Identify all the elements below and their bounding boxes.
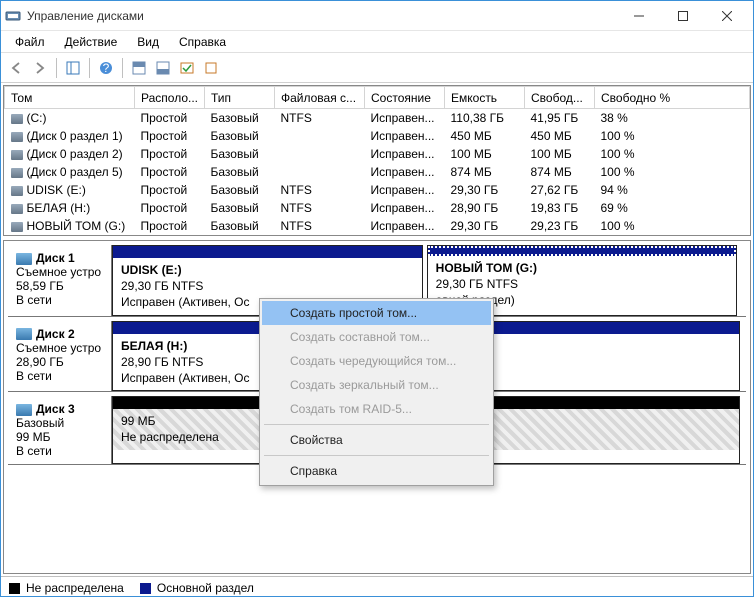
back-button[interactable] <box>5 57 27 79</box>
legend: Не распределена Основной раздел <box>1 576 753 598</box>
forward-button[interactable] <box>29 57 51 79</box>
menu-help[interactable]: Справка <box>262 459 491 483</box>
close-button[interactable] <box>705 2 749 30</box>
col-status[interactable]: Состояние <box>365 87 445 109</box>
volume-icon <box>11 222 23 232</box>
window-title: Управление дисками <box>27 9 617 23</box>
col-type[interactable]: Тип <box>205 87 275 109</box>
table-row[interactable]: БЕЛАЯ (H:)ПростойБазовыйNTFSИсправен...2… <box>5 199 750 217</box>
app-icon <box>5 8 21 24</box>
legend-unallocated: Не распределена <box>9 581 124 595</box>
toolbar-separator <box>122 58 123 78</box>
partition-header <box>113 246 422 258</box>
table-row[interactable]: UDISK (E:)ПростойБазовыйNTFSИсправен...2… <box>5 181 750 199</box>
disk-label[interactable]: Диск 1Съемное устро58,59 ГБВ сети <box>8 245 112 316</box>
refresh-button[interactable] <box>200 57 222 79</box>
col-freepct[interactable]: Свободно % <box>595 87 750 109</box>
table-row[interactable]: (Диск 0 раздел 1)ПростойБазовыйИсправен.… <box>5 127 750 145</box>
menu-create-striped-volume: Создать чередующийся том... <box>262 349 491 373</box>
view-top-button[interactable] <box>128 57 150 79</box>
menu-create-mirrored-volume: Создать зеркальный том... <box>262 373 491 397</box>
menu-separator <box>264 424 489 425</box>
disk-icon <box>16 253 32 265</box>
volume-icon <box>11 186 23 196</box>
menu-create-simple-volume[interactable]: Создать простой том... <box>262 301 491 325</box>
titlebar: Управление дисками <box>1 1 753 31</box>
svg-text:?: ? <box>103 61 110 75</box>
table-row[interactable]: (Диск 0 раздел 5)ПростойБазовыйИсправен.… <box>5 163 750 181</box>
disk-icon <box>16 328 32 340</box>
context-menu: Создать простой том... Создать составной… <box>259 298 494 486</box>
menu-file[interactable]: Файл <box>5 33 55 51</box>
volume-list-pane: Том Располо... Тип Файловая с... Состоян… <box>3 85 751 236</box>
menu-action[interactable]: Действие <box>55 33 128 51</box>
disk-label[interactable]: Диск 3Базовый99 МБВ сети <box>8 396 112 464</box>
volume-table[interactable]: Том Располо... Тип Файловая с... Состоян… <box>4 86 750 235</box>
menu-properties[interactable]: Свойства <box>262 428 491 452</box>
legend-primary: Основной раздел <box>140 581 254 595</box>
toolbar: ? <box>1 53 753 83</box>
volume-icon <box>11 168 23 178</box>
volume-icon <box>11 150 23 160</box>
table-row[interactable]: НОВЫЙ ТОМ (G:)ПростойБазовыйNTFSИсправен… <box>5 217 750 235</box>
menu-help[interactable]: Справка <box>169 33 236 51</box>
table-row[interactable]: (C:)ПростойБазовыйNTFSИсправен...110,38 … <box>5 109 750 128</box>
volume-icon <box>11 114 23 124</box>
menu-create-spanned-volume: Создать составной том... <box>262 325 491 349</box>
menubar: Файл Действие Вид Справка <box>1 31 753 53</box>
disk-label[interactable]: Диск 2Съемное устро28,90 ГБВ сети <box>8 321 112 392</box>
menu-create-raid5-volume: Создать том RAID-5... <box>262 397 491 421</box>
menu-separator <box>264 455 489 456</box>
col-fs[interactable]: Файловая с... <box>275 87 365 109</box>
maximize-button[interactable] <box>661 2 705 30</box>
volume-icon <box>11 204 23 214</box>
col-free[interactable]: Свобод... <box>525 87 595 109</box>
table-row[interactable]: (Диск 0 раздел 2)ПростойБазовыйИсправен.… <box>5 145 750 163</box>
volume-icon <box>11 132 23 142</box>
disk-icon <box>16 404 32 416</box>
menu-view[interactable]: Вид <box>127 33 169 51</box>
help-button[interactable]: ? <box>95 57 117 79</box>
toolbar-separator <box>89 58 90 78</box>
minimize-button[interactable] <box>617 2 661 30</box>
show-hide-console-button[interactable] <box>62 57 84 79</box>
toolbar-separator <box>56 58 57 78</box>
settings-button[interactable] <box>176 57 198 79</box>
col-volume[interactable]: Том <box>5 87 135 109</box>
col-capacity[interactable]: Емкость <box>445 87 525 109</box>
col-layout[interactable]: Располо... <box>135 87 205 109</box>
partition-header <box>428 246 737 256</box>
view-bottom-button[interactable] <box>152 57 174 79</box>
